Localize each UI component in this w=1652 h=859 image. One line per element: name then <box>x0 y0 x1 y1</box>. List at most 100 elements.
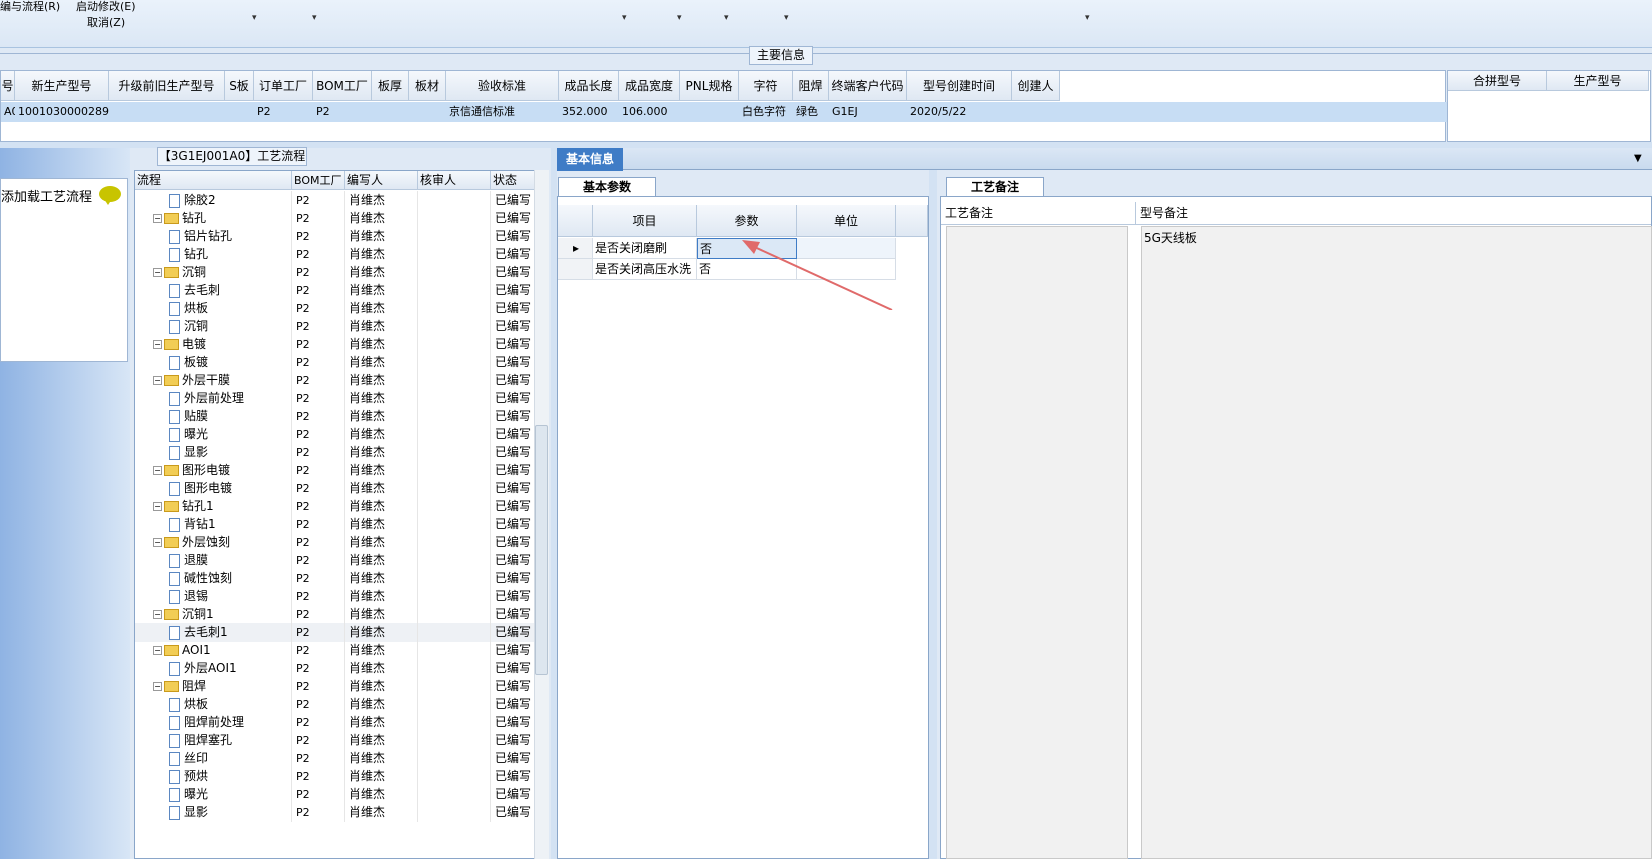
process-bom-cell[interactable]: P2 <box>292 245 345 264</box>
process-bom-cell[interactable]: P2 <box>292 389 345 408</box>
process-bom-cell[interactable]: P2 <box>292 191 345 210</box>
process-row[interactable]: − 钻孔1 P2 肖维杰 已编写 <box>135 497 548 516</box>
chevron-down-icon[interactable]: ▾ <box>252 13 257 23</box>
process-bom-cell[interactable]: P2 <box>292 767 345 786</box>
process-writer-cell[interactable]: 肖维杰 <box>345 713 418 732</box>
process-row[interactable]: − 沉铜 P2 肖维杰 已编写 <box>135 263 548 282</box>
chevron-down-icon[interactable]: ▾ <box>677 13 682 23</box>
collapse-icon[interactable]: − <box>153 502 162 511</box>
process-bom-cell[interactable]: P2 <box>292 713 345 732</box>
process-bom-cell[interactable]: P2 <box>292 569 345 588</box>
process-row[interactable]: − 图形电镀 P2 肖维杰 已编写 <box>135 461 548 480</box>
process-reviewer-cell[interactable] <box>418 263 491 282</box>
process-row[interactable]: 外层AOI1 P2 肖维杰 已编写 <box>135 659 548 678</box>
chevron-down-icon[interactable]: ▾ <box>312 13 317 23</box>
process-name-cell[interactable]: − 外层蚀刻 <box>135 533 292 552</box>
process-reviewer-cell[interactable] <box>418 623 491 642</box>
col-merge-model[interactable]: 合拼型号 <box>1448 71 1547 91</box>
process-reviewer-cell[interactable] <box>418 713 491 732</box>
chevron-down-icon[interactable]: ▾ <box>622 13 627 23</box>
main-col-header[interactable]: 成品长度 <box>559 71 619 101</box>
process-writer-cell[interactable]: 肖维杰 <box>345 281 418 300</box>
process-bom-cell[interactable]: P2 <box>292 425 345 444</box>
process-reviewer-cell[interactable] <box>418 425 491 444</box>
process-name-cell[interactable]: 阻焊前处理 <box>135 713 292 732</box>
process-name-cell[interactable]: − 阻焊 <box>135 677 292 696</box>
process-row[interactable]: 钻孔 P2 肖维杰 已编写 <box>135 245 548 264</box>
collapse-icon[interactable]: − <box>153 340 162 349</box>
process-name-cell[interactable]: 退膜 <box>135 551 292 570</box>
process-reviewer-cell[interactable] <box>418 677 491 696</box>
model-note-textarea[interactable]: 5G天线板 <box>1141 226 1652 859</box>
process-writer-cell[interactable]: 肖维杰 <box>345 659 418 678</box>
collapse-icon[interactable]: − <box>153 214 162 223</box>
main-cell[interactable]: 绿色 <box>793 102 829 122</box>
process-bom-cell[interactable]: P2 <box>292 695 345 714</box>
process-row[interactable]: 除胶2 P2 肖维杰 已编写 <box>135 191 548 210</box>
col-process[interactable]: 流程 <box>135 171 292 190</box>
collapse-icon[interactable]: − <box>153 646 162 655</box>
process-row[interactable]: 退锡 P2 肖维杰 已编写 <box>135 587 548 606</box>
process-writer-cell[interactable]: 肖维杰 <box>345 803 418 822</box>
process-reviewer-cell[interactable] <box>418 371 491 390</box>
process-bom-cell[interactable]: P2 <box>292 443 345 462</box>
process-bom-cell[interactable]: P2 <box>292 209 345 228</box>
process-writer-cell[interactable]: 肖维杰 <box>345 569 418 588</box>
process-reviewer-cell[interactable] <box>418 443 491 462</box>
process-writer-cell[interactable]: 肖维杰 <box>345 461 418 480</box>
process-row[interactable]: 背钻1 P2 肖维杰 已编写 <box>135 515 548 534</box>
process-reviewer-cell[interactable] <box>418 299 491 318</box>
process-writer-cell[interactable]: 肖维杰 <box>345 425 418 444</box>
process-name-cell[interactable]: 钻孔 <box>135 245 292 264</box>
process-writer-cell[interactable]: 肖维杰 <box>345 731 418 750</box>
main-col-header[interactable]: 终端客户代码 <box>829 71 907 101</box>
process-writer-cell[interactable]: 肖维杰 <box>345 335 418 354</box>
process-name-cell[interactable]: 曝光 <box>135 785 292 804</box>
process-writer-cell[interactable]: 肖维杰 <box>345 677 418 696</box>
process-bom-cell[interactable]: P2 <box>292 731 345 750</box>
process-reviewer-cell[interactable] <box>418 803 491 822</box>
process-writer-cell[interactable]: 肖维杰 <box>345 497 418 516</box>
process-writer-cell[interactable]: 肖维杰 <box>345 785 418 804</box>
process-name-cell[interactable]: 退锡 <box>135 587 292 606</box>
process-reviewer-cell[interactable] <box>418 785 491 804</box>
process-reviewer-cell[interactable] <box>418 749 491 768</box>
process-row[interactable]: − 电镀 P2 肖维杰 已编写 <box>135 335 548 354</box>
main-cell[interactable]: G1EJ <box>829 102 907 122</box>
chevron-down-icon[interactable]: ▾ <box>1085 13 1090 23</box>
tab-menu-icon[interactable]: ▼ <box>1634 153 1642 164</box>
process-row[interactable]: 去毛刺 P2 肖维杰 已编写 <box>135 281 548 300</box>
process-reviewer-cell[interactable] <box>418 659 491 678</box>
process-bom-cell[interactable]: P2 <box>292 353 345 372</box>
main-cell[interactable] <box>1012 102 1060 122</box>
process-reviewer-cell[interactable] <box>418 209 491 228</box>
col-bom-factory[interactable]: BOM工厂 <box>292 171 345 190</box>
process-writer-cell[interactable]: 肖维杰 <box>345 767 418 786</box>
main-cell[interactable]: 2020/5/22 <box>907 102 1012 122</box>
process-name-cell[interactable]: 沉铜 <box>135 317 292 336</box>
process-name-cell[interactable]: 外层AOI1 <box>135 659 292 678</box>
load-process-label[interactable]: 添加载工艺流程 <box>1 186 92 205</box>
main-col-header[interactable]: BOM工厂 <box>313 71 372 101</box>
col-item[interactable]: 项目 <box>593 205 697 237</box>
process-name-cell[interactable]: 外层前处理 <box>135 389 292 408</box>
main-col-header[interactable]: 成品宽度 <box>619 71 680 101</box>
process-row[interactable]: 沉铜 P2 肖维杰 已编写 <box>135 317 548 336</box>
process-row[interactable]: 预烘 P2 肖维杰 已编写 <box>135 767 548 786</box>
process-reviewer-cell[interactable] <box>418 533 491 552</box>
process-writer-cell[interactable]: 肖维杰 <box>345 605 418 624</box>
main-cell[interactable]: 白色字符 <box>739 102 793 122</box>
tab-basic-info[interactable]: 基本信息 <box>557 148 623 171</box>
process-writer-cell[interactable]: 肖维杰 <box>345 587 418 606</box>
process-writer-cell[interactable]: 肖维杰 <box>345 443 418 462</box>
process-bom-cell[interactable]: P2 <box>292 299 345 318</box>
menu-flow[interactable]: 编与流程(R) <box>0 0 60 14</box>
process-name-cell[interactable]: 除胶2 <box>135 191 292 210</box>
process-name-cell[interactable]: 去毛刺 <box>135 281 292 300</box>
process-writer-cell[interactable]: 肖维杰 <box>345 407 418 426</box>
process-writer-cell[interactable]: 肖维杰 <box>345 299 418 318</box>
process-writer-cell[interactable]: 肖维杰 <box>345 191 418 210</box>
menu-cancel[interactable]: 取消(Z) <box>87 14 125 30</box>
process-name-cell[interactable]: − 沉铜 <box>135 263 292 282</box>
process-bom-cell[interactable]: P2 <box>292 749 345 768</box>
